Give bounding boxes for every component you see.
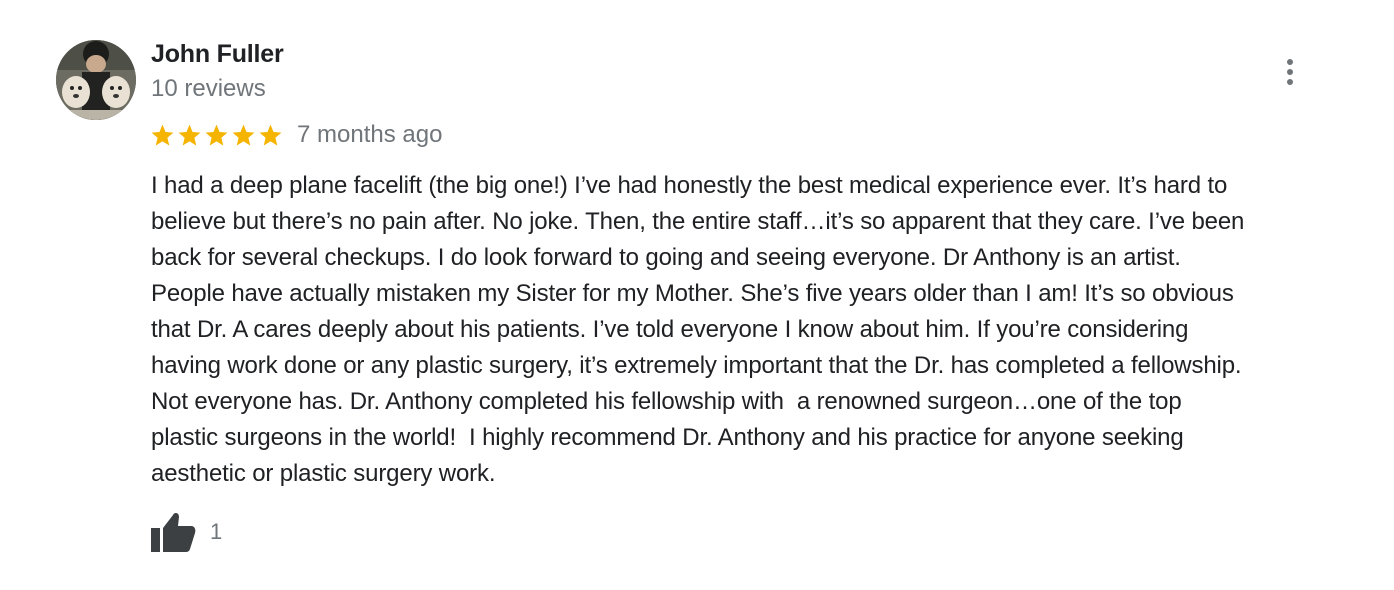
- like-count: 1: [210, 519, 223, 544]
- star-icon: [178, 124, 201, 145]
- avatar-photo: [56, 40, 136, 120]
- star-rating: [150, 123, 283, 148]
- review-date: 7 months ago: [297, 121, 443, 148]
- like-button[interactable]: 1: [150, 511, 222, 553]
- thumbs-up-icon: [151, 512, 196, 552]
- reviewer-avatar[interactable]: [56, 40, 136, 120]
- reviewer-name[interactable]: John Fuller: [151, 40, 284, 69]
- more-options-button[interactable]: [1270, 52, 1310, 92]
- review-actions: 1: [150, 510, 222, 554]
- star-icon: [232, 124, 255, 145]
- review-text: I had a deep plane facelift (the big one…: [151, 172, 1245, 487]
- star-icon: [151, 124, 174, 145]
- reviewer-review-count[interactable]: 10 reviews: [151, 75, 266, 103]
- more-vertical-icon: [1287, 59, 1293, 65]
- star-icon: [205, 124, 228, 145]
- more-vertical-icon-dot: [1287, 79, 1293, 85]
- more-vertical-icon-dot: [1287, 69, 1293, 75]
- rating-row: 7 months ago: [150, 118, 442, 152]
- star-icon: [259, 124, 282, 145]
